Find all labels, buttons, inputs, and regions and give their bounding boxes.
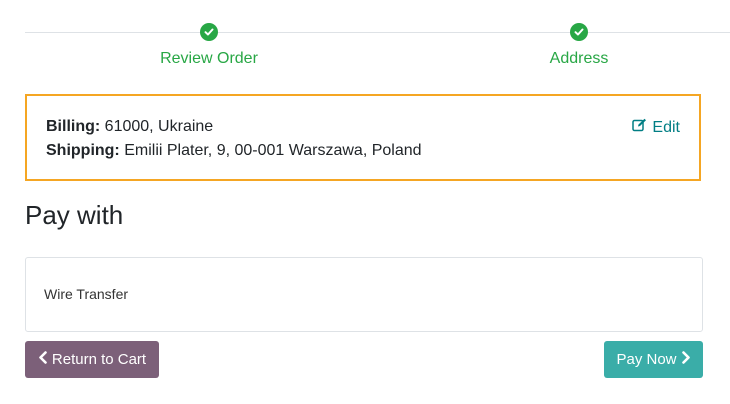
billing-label: Billing: [46, 118, 101, 135]
payment-methods-card: Wire Transfer [25, 257, 703, 332]
pay-with-heading: Pay with [25, 200, 124, 230]
wizard-step-label: Review Order [160, 50, 258, 67]
shipping-value: Emilii Plater, 9, 00-001 Warszawa, Polan… [124, 142, 422, 159]
pencil-square-icon [632, 118, 647, 137]
return-to-cart-button[interactable]: Return to Cart [25, 341, 159, 378]
shipping-label: Shipping: [46, 142, 120, 159]
return-to-cart-label: Return to Cart [51, 351, 147, 368]
pay-now-button[interactable]: Pay Now [604, 341, 703, 378]
check-circle-icon [200, 23, 218, 41]
wizard-step-label: Address [549, 50, 609, 67]
pay-now-label: Pay Now [616, 351, 677, 368]
wizard-step-address[interactable]: Address [479, 23, 679, 68]
chevron-right-icon [681, 351, 691, 368]
wizard-step-review-order[interactable]: Review Order [109, 23, 309, 68]
checkout-payment-page: Review Order Address Billing: 61000, Ukr… [0, 0, 730, 404]
shipping-address: Shipping: Emilii Plater, 9, 00-001 Warsz… [46, 142, 422, 160]
billing-address: Billing: 61000, Ukraine [46, 118, 213, 136]
check-circle-icon [570, 23, 588, 41]
edit-label: Edit [652, 118, 680, 136]
edit-address-link[interactable]: Edit [632, 118, 680, 137]
billing-value: 61000, Ukraine [104, 118, 214, 135]
address-summary-box: Billing: 61000, Ukraine Shipping: Emilii… [25, 94, 701, 181]
chevron-left-icon [38, 351, 48, 368]
payment-option-wire-transfer[interactable]: Wire Transfer [44, 286, 128, 302]
